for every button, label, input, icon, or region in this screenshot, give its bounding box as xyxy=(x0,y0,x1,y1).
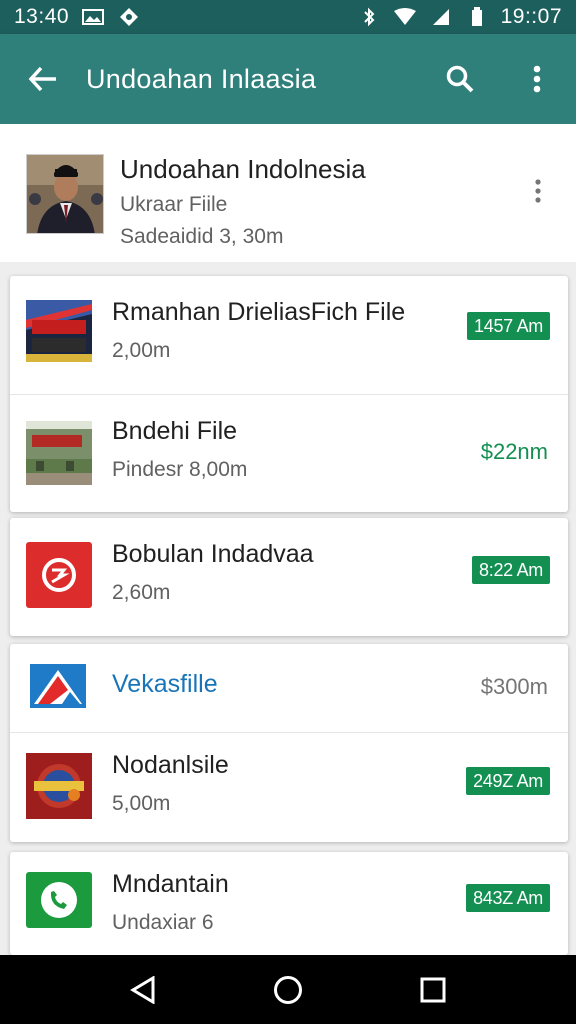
status-time-left: 13:40 xyxy=(14,5,70,28)
signal-icon xyxy=(429,7,453,27)
recents-square-icon xyxy=(420,977,446,1002)
item-price: $300m xyxy=(480,674,548,699)
item-price: $22nm xyxy=(480,439,548,464)
back-triangle-icon xyxy=(129,975,155,1004)
item-title: Bndehi File xyxy=(112,417,238,445)
back-button[interactable] xyxy=(0,34,86,124)
nav-back-button[interactable] xyxy=(113,960,173,1020)
profile-header[interactable]: Undoahan Indolnesia Ukraar Fiile Sadeaid… xyxy=(0,124,576,262)
more-vert-icon xyxy=(533,65,541,93)
header-more-button[interactable] xyxy=(526,176,550,206)
item-subtitle: Undaxiar 6 xyxy=(112,911,214,934)
list-item[interactable]: Nodanlsile 5,00m 249Z Am xyxy=(10,732,568,842)
list-item[interactable]: Bndehi File Pindesr 8,00m $22nm xyxy=(10,394,568,512)
red-app-icon xyxy=(26,542,92,608)
search-icon xyxy=(446,65,474,93)
red-poster-thumbnail xyxy=(26,300,92,366)
app-title: Undoahan Inlaasia xyxy=(86,63,317,94)
home-circle-icon xyxy=(273,975,302,1004)
notification-icon xyxy=(117,7,141,27)
item-title: Bobulan Indadvaa xyxy=(112,540,314,568)
profile-photo xyxy=(26,154,104,234)
file-card: Bobulan Indadvaa 2,60m 8:22 Am xyxy=(10,518,568,636)
list-item[interactable]: Rmanhan DrieliasFich File 2,00m 1457 Am xyxy=(10,276,568,394)
time-badge: 249Z Am xyxy=(466,767,550,795)
item-subtitle: 5,00m xyxy=(112,792,171,815)
file-card: Rmanhan DrieliasFich File 2,00m 1457 Am … xyxy=(10,276,568,512)
time-badge: 843Z Am xyxy=(466,884,550,912)
time-badge: 8:22 Am xyxy=(472,556,550,584)
profile-name: Undoahan Indolnesia xyxy=(120,154,366,184)
file-card: Vekasfille $300m Nodanlsile 5,00m 249Z A… xyxy=(10,644,568,842)
list-item[interactable]: Mndantain Undaxiar 6 843Z Am xyxy=(10,852,568,955)
list-item[interactable]: Vekasfille $300m xyxy=(10,644,568,732)
profile-subtitle: Ukraar Fiile xyxy=(120,193,228,216)
search-button[interactable] xyxy=(422,34,498,124)
item-title-link[interactable]: Vekasfille xyxy=(112,670,218,699)
status-bar: 13:40 19::07 xyxy=(0,0,576,34)
green-phone-icon xyxy=(26,872,92,938)
app-bar: Undoahan Inlaasia xyxy=(0,34,576,124)
item-subtitle: 2,00m xyxy=(112,339,171,362)
nav-recents-button[interactable] xyxy=(403,960,463,1020)
more-vert-icon xyxy=(535,179,541,203)
nav-home-button[interactable] xyxy=(258,960,318,1020)
wifi-icon xyxy=(393,7,417,27)
item-title: Nodanlsile xyxy=(112,751,229,779)
blue-red-logo-icon xyxy=(30,664,86,708)
bluetooth-icon xyxy=(357,7,381,27)
battery-icon xyxy=(465,7,489,27)
building-thumbnail xyxy=(26,421,92,487)
red-emblem-thumbnail xyxy=(26,753,92,819)
system-nav-bar xyxy=(0,955,576,1024)
list-item[interactable]: Bobulan Indadvaa 2,60m 8:22 Am xyxy=(10,518,568,636)
item-title: Mndantain xyxy=(112,870,229,898)
back-arrow-icon xyxy=(28,66,56,92)
item-subtitle: 2,60m xyxy=(112,581,171,604)
item-title: Rmanhan DrieliasFich File xyxy=(112,298,406,326)
profile-meta: Sadeaidid 3, 30m xyxy=(120,225,284,248)
file-card: Mndantain Undaxiar 6 843Z Am xyxy=(10,852,568,955)
status-time-right: 19::07 xyxy=(500,5,562,28)
more-options-button[interactable] xyxy=(498,34,576,124)
image-icon xyxy=(81,7,105,27)
time-badge: 1457 Am xyxy=(467,312,550,340)
item-subtitle: Pindesr 8,00m xyxy=(112,458,248,481)
